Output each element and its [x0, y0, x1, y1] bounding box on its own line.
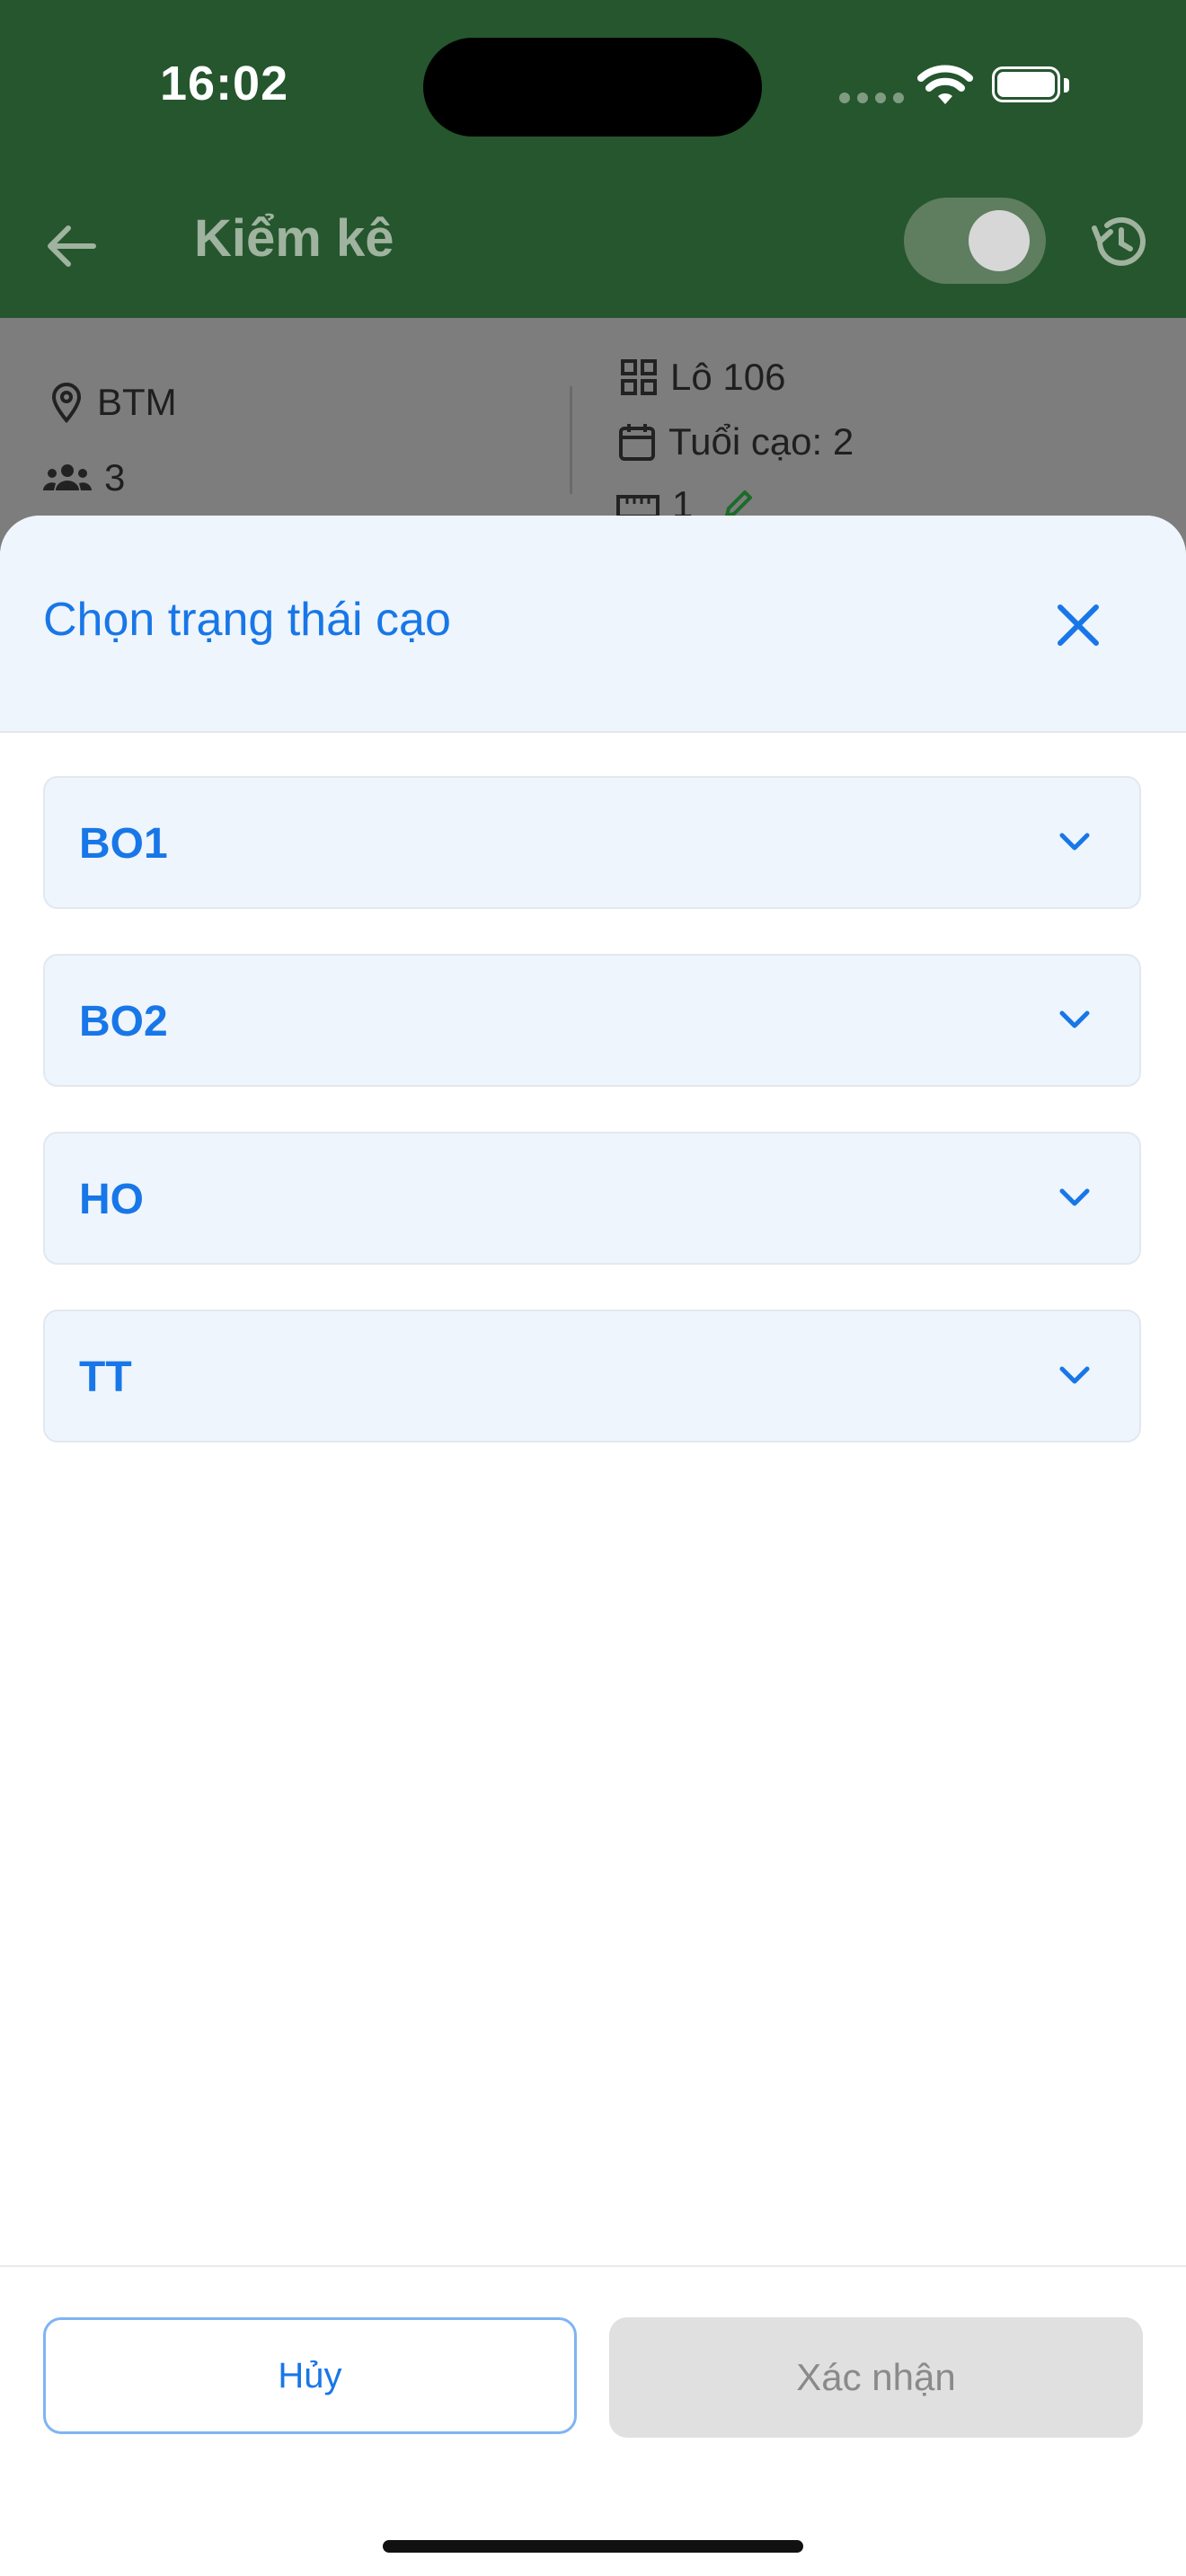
option-tt[interactable]: TT [43, 1310, 1141, 1442]
chevron-down-icon [1059, 1188, 1090, 1206]
close-icon[interactable] [1049, 596, 1107, 654]
chevron-down-icon [1059, 1010, 1090, 1028]
option-label: TT [79, 1354, 132, 1401]
home-indicator [383, 2540, 803, 2553]
option-bo2[interactable]: BO2 [43, 954, 1141, 1087]
chevron-down-icon [1059, 1366, 1090, 1384]
chevron-down-icon [1059, 833, 1090, 851]
option-label: BO1 [79, 820, 168, 868]
sheet-title: Chọn trạng thái cạo [43, 594, 451, 646]
cancel-button[interactable]: Hủy [43, 2317, 577, 2434]
sheet-header: Chọn trạng thái cạo [0, 516, 1186, 733]
option-bo1[interactable]: BO1 [43, 776, 1141, 909]
option-ho[interactable]: HO [43, 1132, 1141, 1265]
status-select-sheet: Chọn trạng thái cạo BO1 BO2 HO TT Hủy Xá… [0, 516, 1186, 2576]
option-label: BO2 [79, 998, 168, 1045]
option-label: HO [79, 1176, 144, 1223]
confirm-button[interactable]: Xác nhận [609, 2317, 1143, 2438]
sheet-footer: Hủy Xác nhận [0, 2265, 1186, 2576]
